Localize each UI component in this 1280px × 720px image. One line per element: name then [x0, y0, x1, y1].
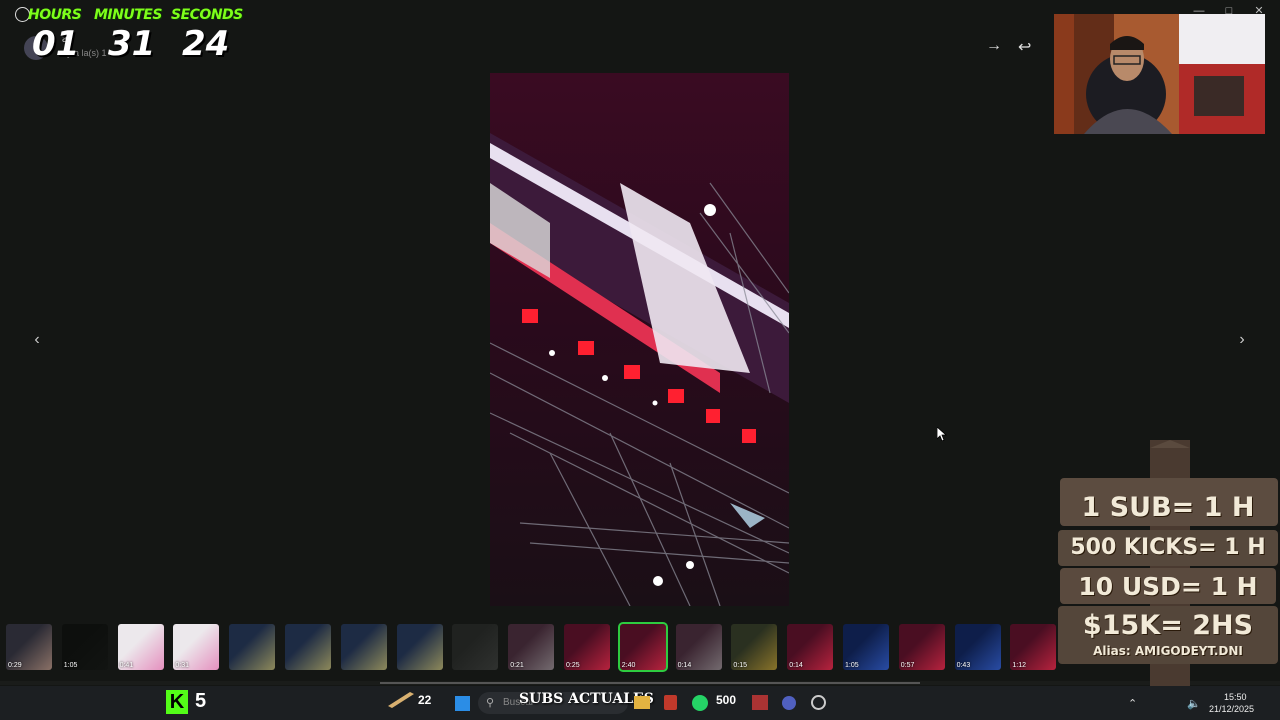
- app-icon-red[interactable]: [752, 695, 768, 710]
- chevron-left-icon: ‹: [34, 331, 40, 348]
- thumbnail[interactable]: 0:14: [787, 624, 834, 670]
- app-icon-blue[interactable]: [782, 696, 796, 710]
- sign-alias: Alias: AMIGODEYT.DNI: [1093, 644, 1243, 658]
- whatsapp-badge: 500: [716, 693, 737, 707]
- thumbnail-duration: 1:05: [845, 662, 859, 669]
- thumbnail-duration: 2:40: [621, 662, 636, 669]
- webcam-overlay: [1054, 14, 1265, 134]
- thumbnail-duration: 0:29: [8, 662, 22, 669]
- thumbnail[interactable]: [396, 624, 443, 670]
- thumbnail[interactable]: 0:41: [117, 624, 164, 670]
- thumbnail[interactable]: 0:31: [173, 624, 220, 670]
- bits-count: 22: [418, 693, 432, 707]
- thumbnail[interactable]: 1:05: [843, 624, 889, 670]
- tray-chevron-icon[interactable]: ⌃: [1128, 697, 1137, 710]
- sign-line-15k: $15K= 2HS: [1082, 610, 1254, 641]
- concert-photo: [490, 73, 789, 606]
- chevron-right-icon: ›: [1239, 331, 1245, 348]
- thumbnail-duration: 0:21: [510, 662, 524, 669]
- thumbnail-duration: 0:14: [677, 662, 692, 669]
- minutes-label: MINUTES: [94, 7, 162, 23]
- hours-label: HOURS: [28, 7, 82, 23]
- thumbnail-selected[interactable]: 2:40: [617, 622, 668, 672]
- thumbnail[interactable]: [340, 624, 387, 670]
- thumbnail[interactable]: [229, 624, 276, 670]
- thumbnail-duration: 0:41: [119, 662, 134, 669]
- thumbnail[interactable]: [285, 624, 331, 670]
- thumbnail-duration: 0:25: [566, 662, 580, 669]
- seconds-label: SECONDS: [171, 7, 243, 23]
- thumbnail[interactable]: 1:12: [1010, 624, 1057, 670]
- bits-icon: [388, 692, 414, 708]
- thumbnail-duration: 1:05: [63, 662, 78, 669]
- thumbnail[interactable]: 0:21: [508, 624, 555, 670]
- thumbnail[interactable]: 0:14: [675, 624, 722, 670]
- thumbnail[interactable]: 0:57: [898, 624, 945, 670]
- thumbnail[interactable]: 0:29: [6, 624, 52, 670]
- clock-time[interactable]: 15:50: [1224, 692, 1247, 702]
- kick-logo-icon: K: [166, 690, 188, 714]
- forward-icon[interactable]: →: [986, 37, 1002, 55]
- sign-line-usd: 10 USD= 1 H: [1078, 572, 1258, 601]
- windows-start-icon[interactable]: [455, 696, 470, 711]
- thumbnail-duration: 0:43: [956, 662, 971, 669]
- thumbnail-duration: 0:15: [733, 662, 748, 669]
- thumbnail[interactable]: [452, 624, 499, 670]
- kick-count: 5: [195, 690, 207, 712]
- clock-date[interactable]: 21/12/2025: [1209, 704, 1254, 714]
- thumbnail-duration: 0:57: [900, 662, 915, 669]
- thumbnail[interactable]: 0:43: [954, 624, 1001, 670]
- thumbnail[interactable]: 0:15: [731, 624, 778, 670]
- subathon-rules-sign: 1 SUB= 1 H 500 KICKS= 1 H 10 USD= 1 H $1…: [1058, 440, 1280, 686]
- mouse-cursor-icon: [937, 427, 947, 441]
- next-media-button[interactable]: ›: [1228, 326, 1256, 354]
- seconds-value: 24: [182, 24, 230, 64]
- thumbnail-duration: 1:12: [1012, 662, 1027, 669]
- minutes-value: 31: [108, 24, 156, 64]
- thumbnail-scrollbar[interactable]: [380, 682, 920, 684]
- thumbnail[interactable]: 1:05: [61, 624, 108, 670]
- search-icon: ⚲: [486, 697, 495, 709]
- volume-icon[interactable]: 🔈: [1187, 697, 1201, 710]
- reply-icon[interactable]: ↩: [1018, 37, 1031, 57]
- obs-icon[interactable]: [811, 695, 826, 710]
- hours-value: 01: [32, 24, 80, 64]
- thumbnail[interactable]: 0:25: [564, 624, 610, 670]
- brave-browser-icon[interactable]: [664, 695, 677, 710]
- file-explorer-icon[interactable]: [634, 696, 650, 709]
- thumbnail-duration: 0:14: [789, 662, 803, 669]
- sign-line-kicks: 500 KICKS= 1 H: [1070, 535, 1266, 560]
- sign-line-sub: 1 SUB= 1 H: [1081, 492, 1255, 523]
- whatsapp-taskbar-icon[interactable]: [692, 695, 708, 711]
- previous-media-button[interactable]: ‹: [23, 326, 51, 354]
- thumbnail-duration: 0:31: [175, 662, 190, 669]
